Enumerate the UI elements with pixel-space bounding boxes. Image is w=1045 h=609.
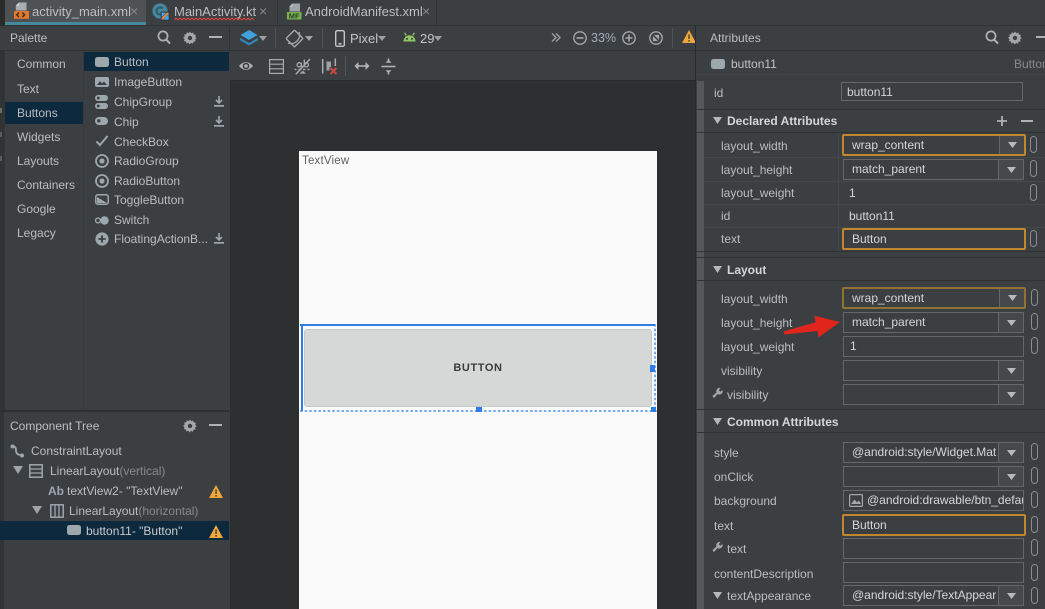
svg-text:MF: MF xyxy=(289,11,300,20)
